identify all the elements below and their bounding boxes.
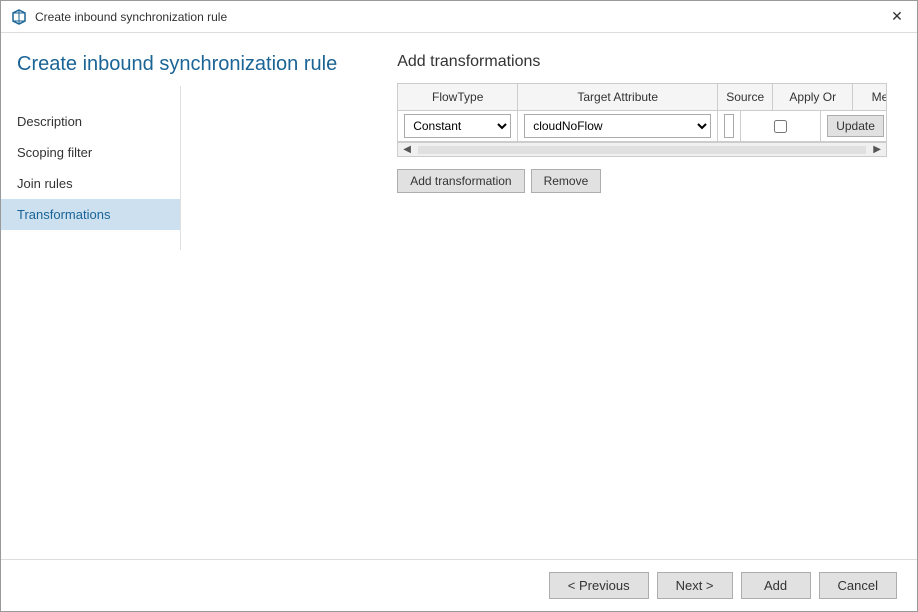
th-merge-type: Merge Type: [853, 84, 887, 110]
td-flowtype[interactable]: Constant Direct Expression: [398, 111, 518, 141]
target-attribute-select[interactable]: cloudNoFlow: [524, 114, 711, 138]
table-header: FlowType Target Attribute Source Apply O…: [398, 84, 886, 111]
action-buttons: Add transformation Remove: [397, 169, 887, 193]
content-area: Create inbound synchronization rule Desc…: [1, 33, 917, 559]
sidebar: Description Scoping filter Join rules Tr…: [1, 86, 181, 250]
app-icon: [11, 9, 27, 25]
apply-once-checkbox[interactable]: [774, 120, 787, 133]
th-target-attribute: Target Attribute: [518, 84, 718, 110]
cancel-button[interactable]: Cancel: [819, 572, 897, 599]
title-bar-left: Create inbound synchronization rule: [11, 9, 227, 25]
sidebar-item-transformations[interactable]: Transformations: [1, 199, 180, 230]
scroll-left-arrow[interactable]: ◀: [400, 144, 414, 155]
th-source: Source: [718, 84, 773, 110]
main-content: Add transformations FlowType Target Attr…: [367, 33, 917, 559]
footer: < Previous Next > Add Cancel: [1, 559, 917, 611]
close-button[interactable]: ✕: [887, 7, 907, 27]
previous-button[interactable]: < Previous: [549, 572, 649, 599]
transformations-table: FlowType Target Attribute Source Apply O…: [397, 83, 887, 157]
window-title: Create inbound synchronization rule: [35, 10, 227, 24]
remove-button[interactable]: Remove: [531, 169, 602, 193]
sidebar-item-description[interactable]: Description: [1, 106, 180, 137]
table-row: Constant Direct Expression cloudNoFlow: [398, 111, 886, 142]
th-apply-or: Apply Or: [773, 84, 853, 110]
scroll-right-arrow[interactable]: ▶: [870, 144, 884, 155]
add-transformation-button[interactable]: Add transformation: [397, 169, 524, 193]
add-button[interactable]: Add: [741, 572, 811, 599]
merge-type-button[interactable]: Update: [827, 115, 884, 137]
flowtype-select[interactable]: Constant Direct Expression: [404, 114, 511, 138]
next-button[interactable]: Next >: [657, 572, 733, 599]
td-source[interactable]: [718, 111, 741, 141]
page-title: Create inbound synchronization rule: [1, 33, 367, 86]
section-title: Add transformations: [397, 53, 887, 71]
td-target-attribute[interactable]: cloudNoFlow: [518, 111, 718, 141]
th-flowtype: FlowType: [398, 84, 518, 110]
sidebar-item-join-rules[interactable]: Join rules: [1, 168, 180, 199]
scroll-track[interactable]: [418, 146, 866, 154]
td-apply-once[interactable]: [741, 111, 821, 141]
td-merge-type[interactable]: Update: [821, 111, 887, 141]
left-panel: Create inbound synchronization rule Desc…: [1, 33, 367, 559]
title-bar: Create inbound synchronization rule ✕: [1, 1, 917, 33]
main-window: Create inbound synchronization rule ✕ Cr…: [0, 0, 918, 612]
sidebar-item-scoping-filter[interactable]: Scoping filter: [1, 137, 180, 168]
horizontal-scrollbar[interactable]: ◀ ▶: [398, 142, 886, 156]
source-input[interactable]: [724, 114, 734, 138]
